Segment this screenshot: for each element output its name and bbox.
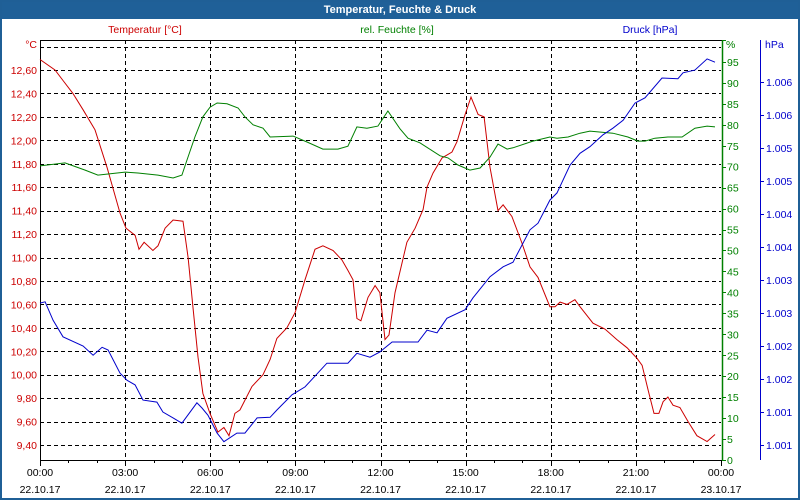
humidity-tick-label: 50: [727, 246, 739, 258]
x-tick-time: 18:00: [538, 467, 564, 479]
humidity-tick-label: 85: [727, 99, 739, 111]
pressure-tick-label: 1.002: [766, 374, 792, 386]
pressure-tick-label: 1.002: [766, 341, 792, 353]
x-tick-time: 21:00: [623, 467, 649, 479]
legend-pressure: Druck [hPa]: [623, 24, 678, 36]
temperature-tick-label: 11,80: [12, 159, 38, 171]
humidity-tick-label: 0: [727, 455, 733, 467]
temperature-line: [39, 59, 716, 443]
temperature-tick-label: 10,00: [11, 370, 37, 382]
humidity-tick-label: 60: [727, 204, 739, 216]
x-tick-date: 22.10.17: [530, 484, 571, 496]
pressure-tick-label: 1.006: [766, 110, 792, 122]
pressure-tick-label: 1.003: [766, 275, 792, 287]
x-tick-time: 03:00: [112, 467, 138, 479]
humidity-unit: %: [726, 39, 735, 51]
x-tick-date: 22.10.17: [360, 484, 401, 496]
pressure-tick-label: 1.004: [766, 209, 792, 221]
temperature-tick-label: 9,80: [17, 393, 38, 405]
humidity-tick-label: 5: [727, 434, 733, 446]
temperature-tick-label: 11,00: [12, 253, 38, 265]
humidity-tick-label: 35: [727, 308, 739, 320]
temperature-tick-label: 11,60: [12, 182, 38, 194]
x-tick-date: 22.10.17: [275, 484, 316, 496]
x-tick-time: 00:00: [708, 467, 734, 479]
x-tick-time: 06:00: [197, 467, 223, 479]
humidity-tick-label: 70: [727, 162, 739, 174]
temperature-unit: °C: [25, 39, 37, 51]
temperature-tick-label: 9,60: [17, 417, 38, 429]
humidity-tick-label: 55: [727, 225, 739, 237]
humidity-tick-label: 45: [727, 266, 739, 278]
temperature-tick-label: 10,80: [11, 276, 37, 288]
humidity-tick-label: 15: [727, 392, 739, 404]
temperature-tick-label: 10,40: [11, 323, 37, 335]
legend-temperature: Temperatur [°C]: [108, 24, 182, 36]
temperature-tick-label: 11,20: [12, 229, 38, 241]
pressure-tick-label: 1.004: [766, 242, 792, 254]
humidity-tick-label: 90: [727, 78, 739, 90]
temperature-tick-label: 10,60: [11, 299, 37, 311]
legend-humidity: rel. Feuchte [%]: [360, 24, 434, 36]
x-tick-date: 22.10.17: [445, 484, 486, 496]
x-tick-date: 22.10.17: [20, 484, 61, 496]
humidity-tick-label: 65: [727, 183, 739, 195]
x-tick-date: 23.10.17: [701, 484, 742, 496]
temperature-tick-label: 12,60: [11, 65, 37, 77]
humidity-tick-label: 30: [727, 329, 739, 341]
temperature-tick-label: 9,40: [17, 440, 38, 452]
x-tick-date: 22.10.17: [105, 484, 146, 496]
temperature-tick-label: 12,00: [11, 135, 37, 147]
pressure-line: [39, 58, 716, 443]
x-tick-time: 09:00: [282, 467, 308, 479]
pressure-unit: hPa: [765, 39, 784, 51]
temperature-tick-label: 10,20: [11, 346, 37, 358]
humidity-tick-label: 25: [727, 350, 739, 362]
x-tick-date: 22.10.17: [190, 484, 231, 496]
chart: 00:00 22.10.17 03:00 22.10.17 06:00 22.10.17 0…: [11, 24, 793, 496]
humidity-tick-label: 80: [727, 120, 739, 132]
humidity-tick-label: 10: [727, 413, 739, 425]
humidity-tick-label: 40: [727, 287, 739, 299]
temperature-tick-label: 12,40: [11, 88, 37, 100]
pressure-tick-label: 1.006: [766, 77, 792, 89]
humidity-tick-label: 75: [727, 141, 739, 153]
humidity-tick-label: 95: [727, 57, 739, 69]
pressure-tick-label: 1.005: [766, 143, 792, 155]
x-tick-date: 22.10.17: [615, 484, 656, 496]
x-tick-time: 12:00: [367, 467, 393, 479]
x-tick-time: 15:00: [452, 467, 478, 479]
temperature-tick-label: 12,20: [11, 112, 37, 124]
humidity-tick-label: 20: [727, 371, 739, 383]
x-tick-time: 00:00: [27, 467, 53, 479]
temperature-tick-label: 11,40: [12, 206, 38, 218]
pressure-tick-label: 1.005: [766, 176, 792, 188]
pressure-tick-label: 1.003: [766, 308, 792, 320]
pressure-tick-label: 1.001: [766, 407, 792, 419]
pressure-tick-label: 1.001: [766, 440, 792, 452]
